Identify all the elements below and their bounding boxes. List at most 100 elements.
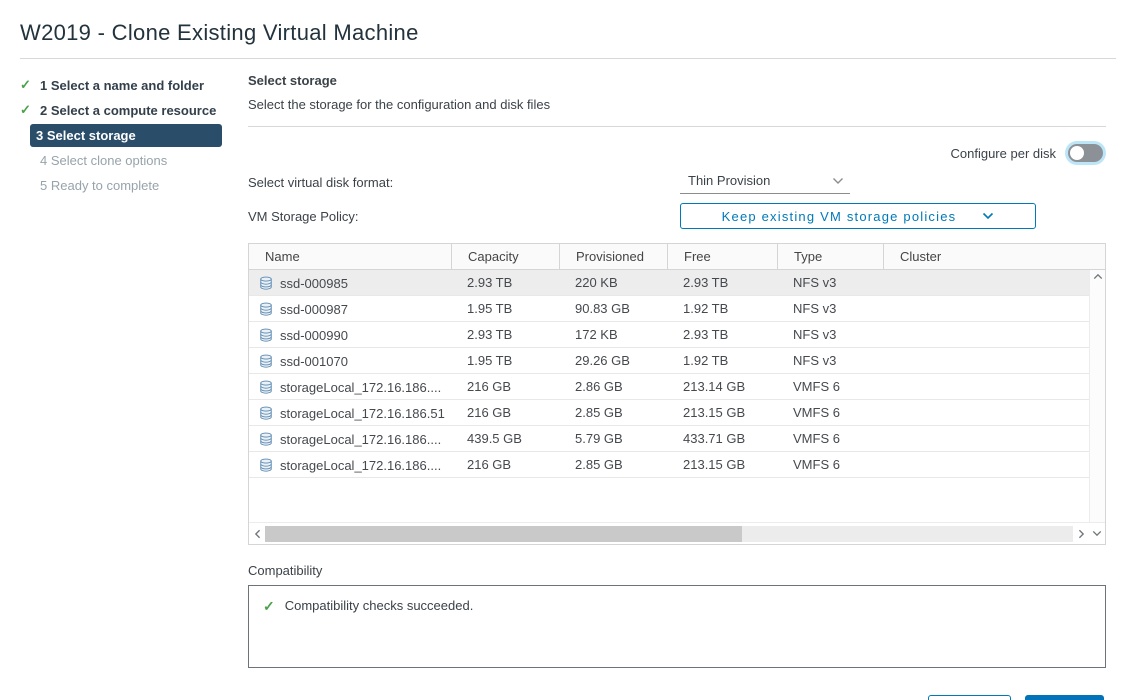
column-header-type[interactable]: Type — [777, 244, 883, 269]
next-button[interactable]: NEXT — [1025, 695, 1104, 700]
chevron-down-icon — [832, 177, 844, 185]
datastore-icon — [259, 380, 273, 394]
table-row[interactable]: storageLocal_172.16.186.51 216 GB 2.85 G… — [249, 400, 1089, 426]
datastore-free: 1.92 TB — [667, 296, 777, 321]
step-label: Ready to complete — [51, 178, 159, 193]
datastore-free: 2.93 TB — [667, 322, 777, 347]
column-header-provisioned[interactable]: Provisioned — [559, 244, 667, 269]
step-number: 3 — [36, 128, 43, 143]
datastore-provisioned: 29.26 GB — [559, 348, 667, 373]
datastore-table-body: ssd-000985 2.93 TB 220 KB 2.93 TB NFS v3… — [249, 270, 1089, 522]
datastore-capacity: 1.95 TB — [451, 296, 559, 321]
clone-vm-wizard: W2019 - Clone Existing Virtual Machine ✓… — [0, 0, 1136, 700]
step-number: 4 — [40, 153, 47, 168]
pane-divider — [248, 126, 1106, 127]
table-row[interactable]: storageLocal_172.16.186.... 216 GB 2.86 … — [249, 374, 1089, 400]
horizontal-scrollbar-thumb[interactable] — [265, 526, 742, 542]
step-select-compute-resource[interactable]: ✓ 2 Select a compute resource — [20, 98, 248, 122]
datastore-cluster — [883, 322, 1089, 347]
configure-per-disk-label: Configure per disk — [951, 146, 1057, 161]
column-header-free[interactable]: Free — [667, 244, 777, 269]
datastore-icon — [259, 432, 273, 446]
datastore-cluster — [883, 400, 1089, 425]
column-header-name[interactable]: Name — [249, 244, 451, 269]
datastore-cluster — [883, 452, 1089, 477]
datastore-icon — [259, 302, 273, 316]
table-row[interactable]: storageLocal_172.16.186.... 216 GB 2.85 … — [249, 452, 1089, 478]
horizontal-scrollbar — [249, 522, 1105, 544]
table-empty-area — [249, 478, 1089, 522]
datastore-icon — [259, 328, 273, 342]
storage-policy-label: VM Storage Policy: — [248, 209, 680, 224]
vertical-scrollbar[interactable] — [1089, 270, 1105, 522]
step-select-clone-options[interactable]: 4 Select clone options — [20, 148, 248, 172]
step-ready-to-complete[interactable]: 5 Ready to complete — [20, 173, 248, 197]
datastore-free: 1.92 TB — [667, 348, 777, 373]
cancel-button[interactable]: CANCEL — [837, 695, 914, 700]
disk-format-select[interactable]: Thin Provision — [680, 170, 850, 194]
chevron-down-icon — [982, 212, 994, 220]
scroll-down-icon[interactable] — [1089, 530, 1105, 537]
compatibility-message: Compatibility checks succeeded. — [285, 598, 474, 613]
wizard-title: W2019 - Clone Existing Virtual Machine — [20, 14, 1116, 58]
compatibility-label: Compatibility — [248, 563, 1106, 578]
datastore-type: VMFS 6 — [777, 426, 883, 451]
datastore-table: Name Capacity Provisioned Free Type Clus… — [248, 243, 1106, 545]
datastore-free: 213.14 GB — [667, 374, 777, 399]
scroll-left-icon[interactable] — [249, 529, 265, 539]
datastore-type: NFS v3 — [777, 322, 883, 347]
datastore-icon — [259, 354, 273, 368]
step-label: Select clone options — [51, 153, 167, 168]
datastore-cluster — [883, 374, 1089, 399]
storage-policy-dropdown[interactable]: Keep existing VM storage policies — [680, 203, 1036, 229]
step-label: Select a name and folder — [51, 78, 204, 93]
scroll-up-icon[interactable] — [1093, 273, 1103, 280]
disk-format-label: Select virtual disk format: — [248, 175, 680, 190]
datastore-type: VMFS 6 — [777, 400, 883, 425]
datastore-capacity: 2.93 TB — [451, 270, 559, 295]
datastore-cluster — [883, 348, 1089, 373]
datastore-name: ssd-000985 — [280, 276, 348, 291]
step-select-storage[interactable]: 3 Select storage — [30, 123, 248, 147]
datastore-type: VMFS 6 — [777, 452, 883, 477]
table-row[interactable]: ssd-000985 2.93 TB 220 KB 2.93 TB NFS v3 — [249, 270, 1089, 296]
datastore-provisioned: 172 KB — [559, 322, 667, 347]
datastore-type: NFS v3 — [777, 348, 883, 373]
back-button[interactable]: BACK — [928, 695, 1011, 700]
datastore-capacity: 1.95 TB — [451, 348, 559, 373]
datastore-free: 213.15 GB — [667, 400, 777, 425]
table-row[interactable]: ssd-000987 1.95 TB 90.83 GB 1.92 TB NFS … — [249, 296, 1089, 322]
select-storage-pane: Select storage Select the storage for th… — [248, 69, 1116, 700]
storage-policy-value: Keep existing VM storage policies — [722, 209, 957, 224]
step-number: 5 — [40, 178, 47, 193]
step-number: 2 — [40, 103, 47, 118]
step-number: 1 — [40, 78, 47, 93]
horizontal-scrollbar-track[interactable] — [265, 526, 1073, 542]
datastore-provisioned: 2.85 GB — [559, 452, 667, 477]
column-header-capacity[interactable]: Capacity — [451, 244, 559, 269]
table-row[interactable]: ssd-000990 2.93 TB 172 KB 2.93 TB NFS v3 — [249, 322, 1089, 348]
datastore-name: storageLocal_172.16.186.... — [280, 432, 441, 447]
datastore-provisioned: 90.83 GB — [559, 296, 667, 321]
table-row[interactable]: storageLocal_172.16.186.... 439.5 GB 5.7… — [249, 426, 1089, 452]
configure-per-disk-toggle[interactable] — [1068, 144, 1103, 162]
column-header-cluster[interactable]: Cluster — [883, 244, 1105, 269]
success-check-icon: ✓ — [263, 598, 275, 615]
table-row[interactable]: ssd-001070 1.95 TB 29.26 GB 1.92 TB NFS … — [249, 348, 1089, 374]
datastore-provisioned: 220 KB — [559, 270, 667, 295]
datastore-table-header: Name Capacity Provisioned Free Type Clus… — [249, 244, 1105, 270]
step-select-name-folder[interactable]: ✓ 1 Select a name and folder — [20, 73, 248, 97]
datastore-type: NFS v3 — [777, 270, 883, 295]
datastore-icon — [259, 276, 273, 290]
datastore-name: storageLocal_172.16.186.51 — [280, 406, 445, 421]
datastore-capacity: 2.93 TB — [451, 322, 559, 347]
datastore-name: ssd-000990 — [280, 328, 348, 343]
pane-subheading: Select the storage for the configuration… — [248, 97, 1106, 112]
datastore-name: storageLocal_172.16.186.... — [280, 380, 441, 395]
scroll-right-icon[interactable] — [1073, 529, 1089, 539]
pane-heading: Select storage — [248, 69, 1106, 88]
compatibility-box: ✓ Compatibility checks succeeded. — [248, 585, 1106, 668]
datastore-provisioned: 5.79 GB — [559, 426, 667, 451]
datastore-provisioned: 2.86 GB — [559, 374, 667, 399]
datastore-cluster — [883, 296, 1089, 321]
